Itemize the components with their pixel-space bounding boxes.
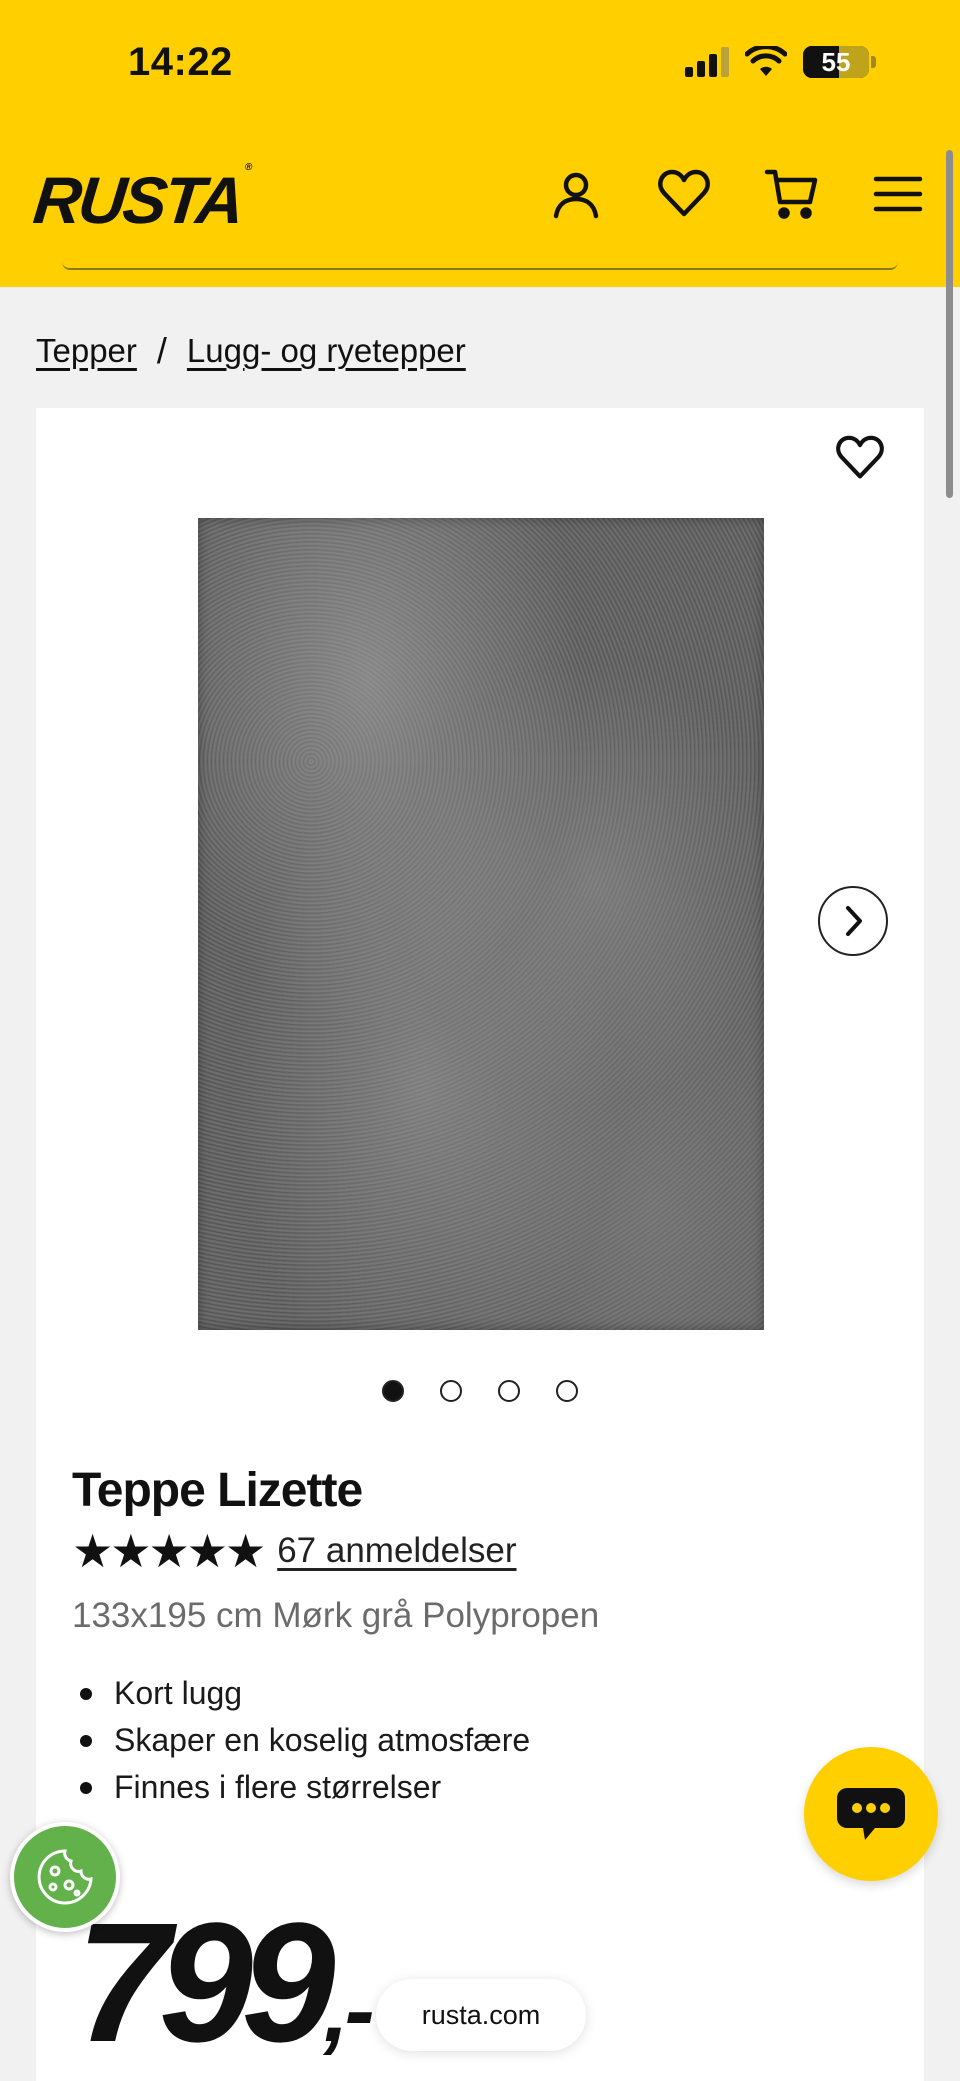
cart-icon <box>764 169 818 219</box>
feature-item: Kort lugg <box>80 1670 530 1717</box>
breadcrumb: Tepper / Lugg- og ryetepper <box>36 330 466 372</box>
feature-item: Skaper en koselig atmosfære <box>80 1717 530 1764</box>
breadcrumb-separator: / <box>156 330 167 371</box>
cart-button[interactable] <box>762 164 822 224</box>
signal-icon <box>685 47 729 77</box>
search-field-edge[interactable] <box>62 262 898 270</box>
product-rating: ★★★★★ 67 anmeldelser <box>72 1528 517 1574</box>
reviews-link[interactable]: 67 anmeldelser <box>277 1531 516 1571</box>
account-icon <box>553 172 599 219</box>
status-icons: 55 <box>685 46 876 78</box>
cookie-settings-button[interactable] <box>10 1822 120 1932</box>
wishlist-button[interactable] <box>654 164 714 224</box>
feature-list: Kort lugg Skaper en koselig atmosfære Fi… <box>80 1670 530 1811</box>
account-button[interactable] <box>546 164 606 224</box>
price-suffix: ,- <box>323 1961 375 2061</box>
gallery-dot[interactable] <box>440 1380 462 1402</box>
add-to-wishlist-button[interactable] <box>832 430 888 486</box>
status-time: 14:22 <box>128 40 233 84</box>
chat-button[interactable] <box>804 1747 938 1881</box>
breadcrumb-tepper[interactable]: Tepper <box>36 332 137 370</box>
gallery-dot[interactable] <box>498 1380 520 1402</box>
wifi-icon <box>745 46 787 76</box>
chat-icon <box>837 1788 905 1840</box>
next-image-button[interactable] <box>818 886 888 956</box>
gallery-pagination <box>36 1380 924 1402</box>
site-header: 14:22 55 RUSTA® <box>0 0 960 287</box>
battery-level: 55 <box>821 46 851 77</box>
breadcrumb-lugg-og-ryetepper[interactable]: Lugg- og ryetepper <box>187 332 466 370</box>
rating-stars: ★★★★★ <box>72 1525 266 1577</box>
price-value: 799 <box>76 1888 336 2078</box>
menu-icon <box>873 176 923 212</box>
cookie-icon <box>37 1849 93 1905</box>
product-title: Teppe Lizette <box>72 1464 363 1517</box>
chevron-right-icon <box>846 906 862 936</box>
product-card: Teppe Lizette ★★★★★ 67 anmeldelser 133x1… <box>36 408 924 2081</box>
scrollbar[interactable] <box>946 150 953 498</box>
heart-icon <box>658 169 710 217</box>
feature-item: Finnes i flere størrelser <box>80 1764 530 1811</box>
battery-icon: 55 <box>803 46 869 78</box>
rusta-logo[interactable]: RUSTA® <box>30 162 253 238</box>
product-price: 799,- <box>76 1898 375 2068</box>
gallery-dot[interactable] <box>556 1380 578 1402</box>
product-variant-description: 133x195 cm Mørk grå Polypropen <box>72 1596 600 1635</box>
menu-button[interactable] <box>868 164 928 224</box>
gallery-dot[interactable] <box>382 1380 404 1402</box>
product-image[interactable] <box>198 518 764 1330</box>
heart-icon <box>836 435 884 479</box>
browser-url-bar[interactable]: rusta.com <box>376 1979 586 2051</box>
